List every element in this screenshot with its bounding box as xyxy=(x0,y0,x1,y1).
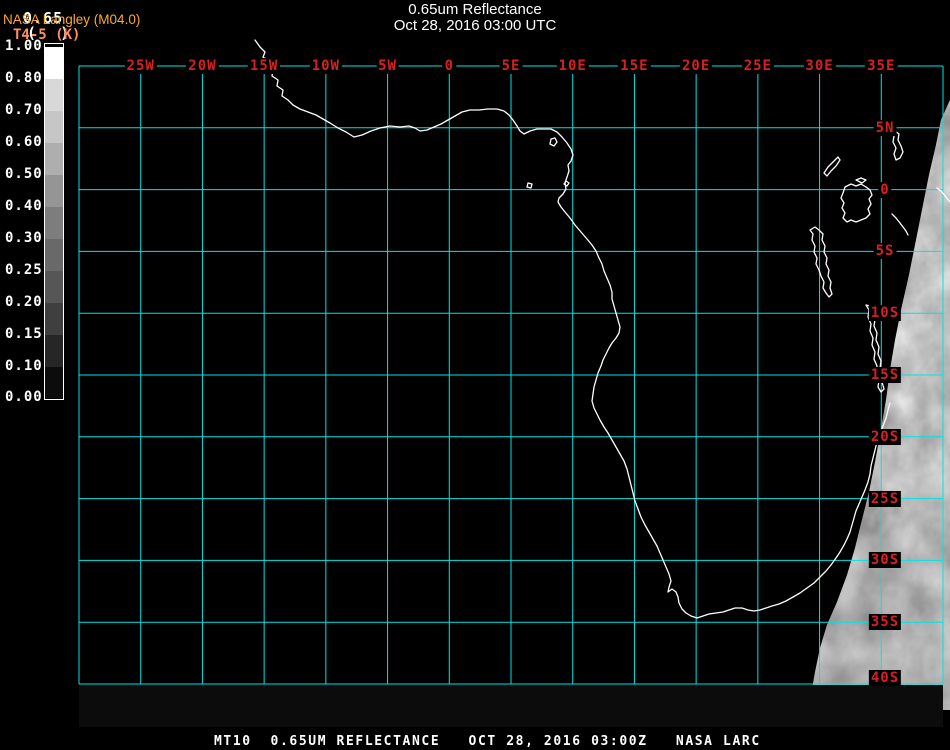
lat-label-40S: 40S xyxy=(868,670,902,686)
coastline-bioko-island xyxy=(549,137,558,147)
colorbar-tick-label: 0.15 xyxy=(5,326,43,342)
colorbar-segment xyxy=(45,271,63,303)
coastline-lake-tanganyika xyxy=(809,226,833,298)
lon-label-25E: 25E xyxy=(741,58,774,74)
lat-label-10S: 10S xyxy=(868,305,902,322)
lat-label-15S: 15S xyxy=(868,367,902,383)
colorbar-segment xyxy=(45,143,63,175)
lat-label-30S: 30S xyxy=(868,552,902,569)
colorbar-segment xyxy=(45,367,63,398)
coastline-kenya-coast xyxy=(891,213,909,236)
lat-label-5S: 5S xyxy=(873,243,897,260)
satellite-image-page: 25W 20W 15W 10W 5W 0 5E 10E 15E 20E 25E 30E 35E 5N 0 5S… xyxy=(0,0,950,750)
noise-strip xyxy=(79,685,943,727)
colorbar-tick-label: 0.30 xyxy=(5,230,43,246)
lat-label-0: 0 xyxy=(878,181,892,198)
colorbar-segment xyxy=(45,303,63,335)
colorbar-tick-label: 0.00 xyxy=(5,389,43,405)
lon-label-15W: 15W xyxy=(247,58,281,74)
colorbar-segment xyxy=(45,207,63,239)
footer-caption: MT10 0.65UM REFLECTANCE OCT 28, 2016 03:… xyxy=(214,734,761,749)
lon-label-5W: 5W xyxy=(376,58,399,74)
colorbar-segment xyxy=(45,335,63,367)
colorbar-segment xyxy=(45,111,63,143)
page-subtitle: Oct 28, 2016 03:00 UTC xyxy=(393,17,557,34)
lon-label-35E: 35E xyxy=(865,58,898,74)
coastline-lake-albert xyxy=(823,156,841,177)
lon-label-5E: 5E xyxy=(499,58,523,74)
lat-label-5N: 5N xyxy=(873,119,897,136)
colorbar-tick-label: 0.25 xyxy=(5,262,43,278)
satellite-map xyxy=(78,39,950,727)
lon-label-10E: 10E xyxy=(556,58,589,74)
title-block: 0.65um Reflectance Oct 28, 2016 03:00 UT… xyxy=(5,2,945,34)
colorbar-tick-label: 0.10 xyxy=(5,358,43,374)
lon-label-15E: 15E xyxy=(618,58,651,74)
latlon-gridlines xyxy=(78,65,944,685)
t4-5-product-label: T4-5 (K) xyxy=(13,27,81,43)
lat-label-25S: 25S xyxy=(868,490,902,507)
lon-label-10W: 10W xyxy=(309,58,342,74)
lon-label-0: 0 xyxy=(442,58,456,74)
lat-label-20S: 20S xyxy=(868,428,902,445)
page-title: 0.65um Reflectance xyxy=(408,1,542,18)
coastlines xyxy=(254,39,950,619)
lon-label-30E: 30E xyxy=(803,58,836,74)
coastline-sao-tome-island xyxy=(526,182,533,189)
colorbar-segment xyxy=(45,175,63,207)
colorbar-segment xyxy=(45,79,63,111)
colorbar-tick-label: 0.60 xyxy=(5,134,43,150)
colorbar-segment xyxy=(45,239,63,271)
colorbar-segment xyxy=(45,47,63,79)
colorbar-tick-label: 0.20 xyxy=(5,294,43,310)
coastline-lake-kyoga xyxy=(855,177,867,184)
lon-label-20W: 20W xyxy=(186,58,219,74)
lat-label-35S: 35S xyxy=(868,614,902,631)
colorbar-gradient-bar xyxy=(44,43,64,400)
colorbar-tick-label: 0.50 xyxy=(5,166,43,182)
colorbar-tick-label: 0.70 xyxy=(5,102,43,118)
coastline-principe-island xyxy=(563,180,570,187)
colorbar-tick-label: 0.80 xyxy=(5,70,43,86)
nasa-langley-credit: NASA Langley (M04.0) xyxy=(3,12,141,27)
colorbar-tick-label: 0.40 xyxy=(5,198,43,214)
lon-label-20E: 20E xyxy=(679,58,713,74)
lon-label-25W: 25W xyxy=(124,58,157,74)
